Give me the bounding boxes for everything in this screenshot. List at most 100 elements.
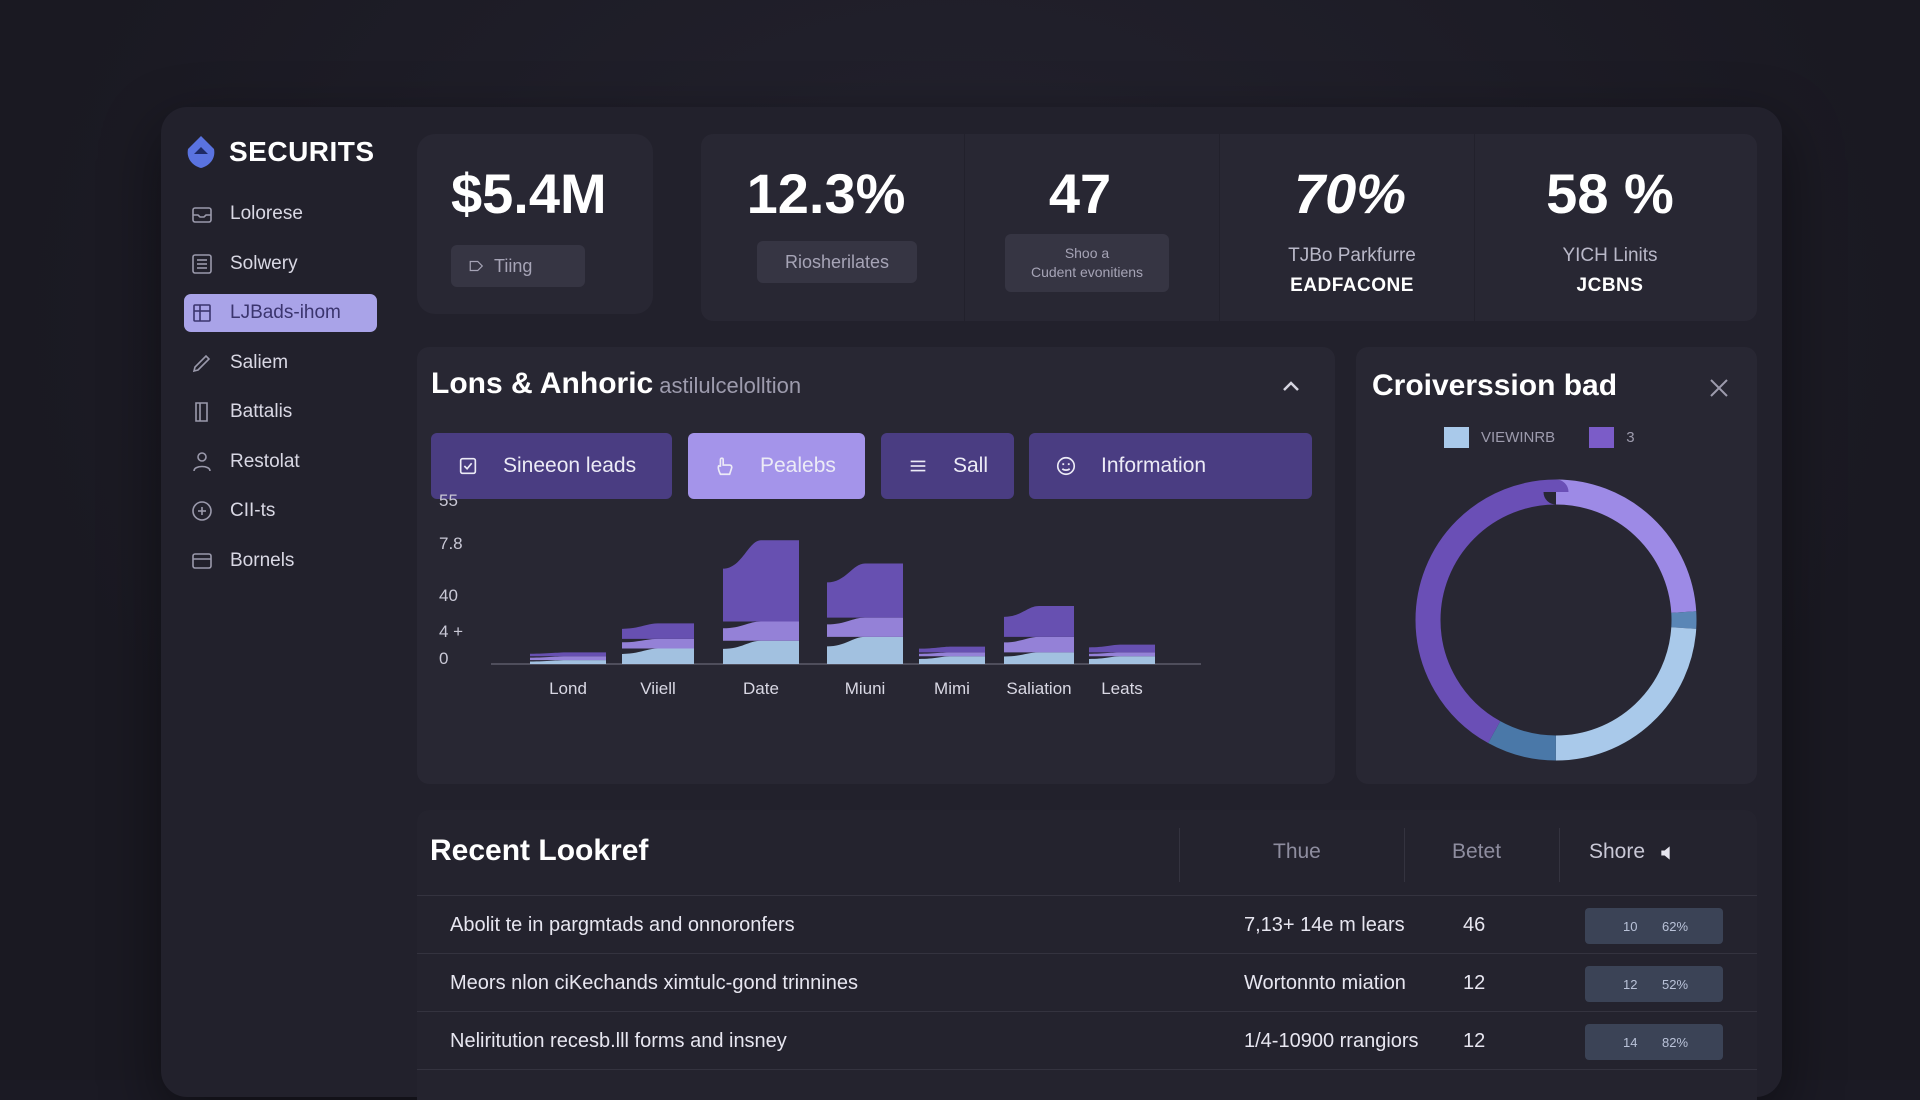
kpi-card-rate[interactable]: 12.3% Riosherilates [701,134,965,321]
x-tick-label: Mimi [934,679,970,698]
area-mark-viiell-series-2 [622,638,694,649]
table-title: Recent Lookref [430,834,649,867]
row-count: 12 [1463,1030,1486,1052]
chip-percent: 82% [1662,1034,1689,1050]
chip-value: 10 [1623,918,1638,934]
column-header-shore[interactable]: Shore [1589,840,1645,864]
row-description: Neliritution recesb.lll forms and insney [450,1030,787,1052]
x-tick-label: Saliation [1006,679,1071,698]
table-row[interactable]: Abolit te in pargmtads and onnoronfers 7… [417,896,1757,954]
kpi-caption: EADFACONE [1290,275,1414,296]
sidebar-item-lolorese[interactable]: Lolorese [184,195,377,233]
kpi-pill[interactable]: Tiing [451,245,585,287]
column-divider [1179,828,1180,882]
chip-value: 12 [1623,976,1638,992]
chart-panel: Lons & Anhoric astilulcelolltion Sineeon … [417,347,1335,784]
grid-icon [193,304,211,322]
area-mark-mimi-series-2 [919,652,985,657]
area-mark-viiell-series-3 [622,623,694,639]
table-row[interactable]: Meors nlon ciKechands ximtulc-gond trinn… [417,954,1757,1012]
row-time: 1/4-10900 rrangiors [1244,1030,1419,1052]
kpi-pill[interactable]: Riosherilates [757,241,917,283]
sidebar-item-solwery[interactable]: Solwery [184,245,377,283]
chip-value: 14 [1623,1034,1638,1050]
kpi-card-revenue[interactable]: $5.4M Tiing [417,134,653,314]
column-header-thue[interactable]: Thue [1273,840,1321,864]
kpi-pill-label: Tiing [494,255,533,276]
row-description: Meors nlon ciKechands ximtulc-gond trinn… [450,972,858,994]
row-score-chip[interactable]: 12 52% [1585,966,1723,1002]
area-mark-miuni-series-2 [827,617,903,637]
column-header-betet[interactable]: Betet [1452,840,1501,864]
kpi-subtitle: TJBo Parkfurre [1288,245,1416,266]
sidebar-item-bornels[interactable]: Bornels [184,542,377,580]
x-tick-label: Viiell [640,679,676,698]
kpi-caption: JCBNS [1576,275,1644,296]
column-divider [1404,828,1405,882]
area-mark-date-series-1 [723,640,799,664]
y-tick-label: 55 [439,491,458,510]
x-tick-label: Leats [1101,679,1143,698]
area-mark-saliation-series-2 [1004,636,1074,653]
kpi-group: 12.3% Riosherilates 47 Shoo a Cudent evo… [701,134,1757,321]
shield-logo-icon [187,136,215,168]
area-mark-saliation-series-3 [1004,606,1074,637]
kpi-pill-line1: Shoo a [1064,245,1110,261]
kpi-subtitle: YICH Linits [1562,245,1658,266]
sidebar-item-label: Lolorese [230,203,303,224]
donut-chart [1415,479,1697,761]
row-count: 46 [1463,914,1486,936]
area-mark-leats-series-1 [1089,656,1155,664]
sidebar-item-battalis[interactable]: Battalis [184,393,377,431]
area-mark-lond-series-2 [530,656,606,661]
row-description: Abolit te in pargmtads and onnoronfers [450,914,795,936]
table-header: Recent Lookref Thue Betet Shore [417,810,1757,896]
chip-percent: 52% [1662,976,1689,992]
sidebar-item-saliem[interactable]: Saliem [184,344,377,382]
kpi-pill-line2: Cudent evonitiens [1030,264,1144,280]
row-count: 12 [1463,972,1486,994]
inbox-icon [192,207,212,223]
row-score-chip[interactable]: 10 62% [1585,908,1723,944]
area-mark-miuni-series-1 [827,636,903,664]
brand[interactable]: SECURITS [185,135,375,169]
sidebar-item-label: Battalis [230,401,293,422]
sidebar-item-label: Solwery [230,252,298,274]
dashboard-window: SECURITS Lolorese Solwery LJBads-ihom Sa… [161,107,1782,1100]
pen-icon [192,354,211,372]
donut-panel: Croiverssion bad VIEWINRB 3 [1356,347,1757,784]
area-mark-date-series-3 [723,540,799,622]
kpi-pill[interactable]: Shoo a Cudent evonitiens [1005,234,1169,292]
recent-table: Recent Lookref Thue Betet Shore Abolit t… [417,810,1757,1100]
area-mark-mimi-series-1 [919,656,985,664]
kpi-card-count[interactable]: 47 Shoo a Cudent evonitiens [965,134,1220,321]
y-tick-label: 7.8 [439,534,463,553]
list-icon [192,253,212,274]
y-tick-label: 4 + [439,622,463,641]
kpi-card-percent-a[interactable]: 70% TJBo Parkfurre EADFACONE [1220,134,1475,321]
table-row[interactable]: Neliritution recesb.lll forms and insney… [417,1012,1757,1070]
sidebar-nav: Lolorese Solwery LJBads-ihom Saliem Batt… [184,195,377,591]
tag-icon [469,260,484,272]
y-tick-label: 0 [439,649,448,668]
area-mark-lond-series-3 [530,652,606,657]
sidebar-item-ljbads-ihom[interactable]: LJBads-ihom [184,294,377,332]
row-time: 7,13+ 14e m lears [1244,914,1405,936]
sidebar-item-restolat[interactable]: Restolat [184,443,377,481]
area-mark-viiell-series-1 [622,648,694,664]
x-tick-label: Date [743,679,779,698]
kpi-value: 47 [1048,162,1112,225]
x-tick-label: Miuni [845,679,886,698]
area-mark-miuni-series-3 [827,563,903,618]
sidebar-item-label: Bornels [230,549,295,571]
row-time: Wortonnto miation [1244,972,1406,994]
speaker-icon[interactable] [1658,843,1678,863]
sidebar-item-cii-ts[interactable]: CII-ts [184,492,377,530]
sidebar-item-label: CII-ts [230,500,276,521]
kpi-card-percent-b[interactable]: 58 % YICH Linits JCBNS [1475,134,1757,321]
card-icon [192,552,212,569]
brand-name: SECURITS [229,136,375,167]
sidebar-item-label: LJBads-ihom [230,302,341,323]
row-score-chip[interactable]: 14 82% [1585,1024,1723,1060]
area-mark-lond-series-1 [530,660,606,664]
